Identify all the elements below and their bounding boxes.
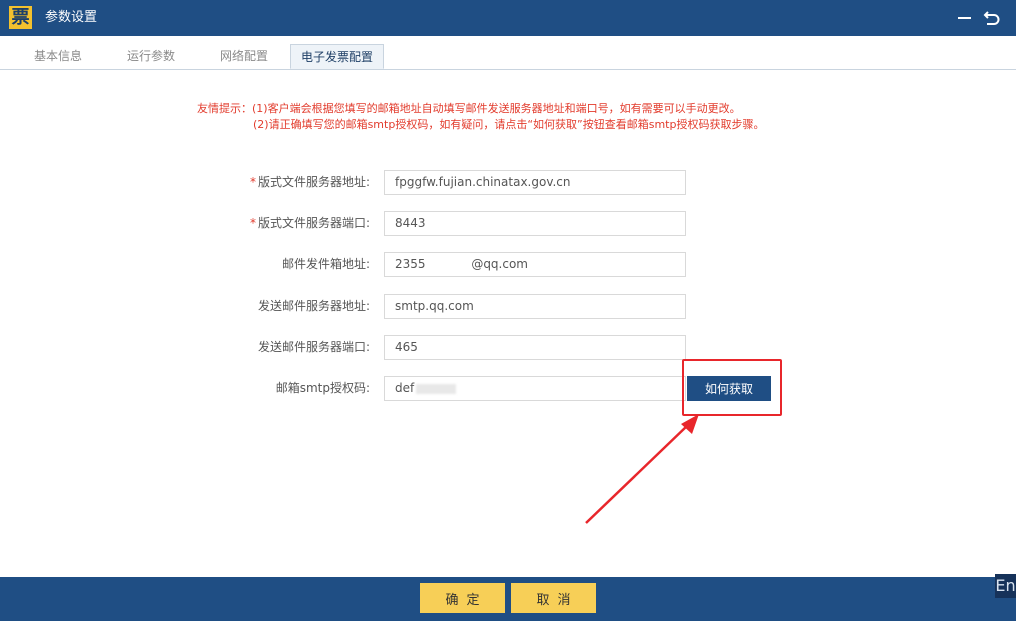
format-server-address-input[interactable]: fpggfw.fujian.chinatax.gov.cn [384,170,686,195]
window-title: 参数设置 [45,10,98,25]
tip-line-1: 友情提示：(1)客户端会根据您填写的邮箱地址自动填写邮件发送服务器地址和端口号，… [197,102,741,115]
label-smtp-server-address: 发送邮件服务器地址: [257,299,370,313]
return-arrow-icon [983,11,1000,25]
confirm-button[interactable]: 确定 [420,583,505,613]
smtp-server-port-input[interactable]: 465 [384,335,686,360]
annotation-arrow-icon [585,414,699,524]
tab-run-params[interactable]: 运行参数 [126,44,176,69]
format-server-port-input[interactable]: 8443 [384,211,686,236]
smtp-auth-code-input[interactable]: def [384,376,686,401]
label-text: 版式文件服务器地址: [257,175,370,189]
tab-network[interactable]: 网络配置 [219,44,269,69]
label-text: 版式文件服务器端口: [257,216,370,230]
label-smtp-server-port: 发送邮件服务器端口: [257,340,370,354]
minimize-icon[interactable] [952,0,978,36]
label-format-server-address: * 版式文件服务器地址: [160,170,370,195]
redacted-blur [416,383,457,394]
input-method-indicator: En [995,574,1016,598]
label-sender-email: 邮件发件箱地址: [281,257,370,271]
tab-einvoice[interactable]: 电子发票配置 [290,44,384,69]
tab-basic-info[interactable]: 基本信息 [33,44,83,69]
label-format-server-port: * 版式文件服务器端口: [160,211,370,236]
tip-line-2: (2)请正确填写您的邮箱smtp授权码，如有疑问，请点击“如何获取”按钮查看邮箱… [253,118,765,131]
tab-bar: 基本信息 运行参数 网络配置 电子发票配置 [0,36,1016,70]
einvoice-config-panel: 友情提示：(1)客户端会根据您填写的邮箱地址自动填写邮件发送服务器地址和端口号，… [0,70,1016,576]
required-mark: * [249,175,256,189]
settings-window: 票 参数设置 基本信息 运行参数 网络配置 电子发票配置 友情提示：(1)客户端… [0,0,1016,621]
required-mark: * [249,216,256,230]
app-logo: 票 [9,6,32,29]
cancel-button[interactable]: 取消 [511,583,596,613]
smtp-server-address-input[interactable]: smtp.qq.com [384,294,686,319]
title-bar: 票 参数设置 [0,0,1016,36]
return-icon[interactable] [979,0,1005,36]
sender-email-input[interactable]: 2355 @qq.com [384,252,686,277]
label-smtp-auth-code: 邮箱smtp授权码: [275,381,370,395]
footer-bar: 确定 取消 [0,577,1016,621]
auth-code-value: def [395,381,415,395]
how-to-get-button[interactable]: 如何获取 [687,376,771,401]
